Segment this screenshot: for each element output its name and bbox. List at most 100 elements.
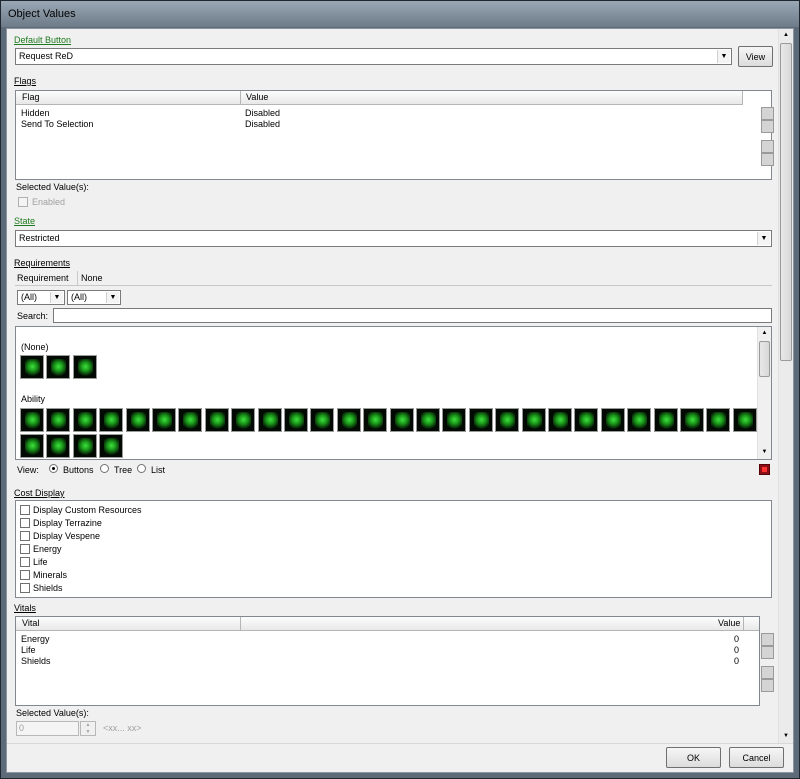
flags-list[interactable]: Flag Value Hidden Disabled Send To Selec…: [15, 90, 772, 180]
flags-col-flag[interactable]: Flag: [22, 92, 40, 102]
scroll-down-arrow-icon[interactable]: ▼: [779, 730, 793, 743]
ability-button-icon[interactable]: [336, 408, 361, 432]
remove-flag-button[interactable]: [761, 153, 774, 166]
requirement-value[interactable]: None: [81, 273, 103, 283]
enabled-checkbox[interactable]: [18, 197, 28, 207]
cost-display-checkbox[interactable]: [20, 570, 30, 580]
ability-button-icon[interactable]: [600, 408, 625, 432]
view-buttons-radio[interactable]: [49, 464, 58, 473]
ability-button-icon[interactable]: [416, 408, 440, 432]
vital-name[interactable]: Energy: [21, 634, 50, 644]
ability-button-icon[interactable]: [204, 408, 229, 432]
view-list-radio[interactable]: [137, 464, 146, 473]
ability-button-icon[interactable]: [389, 408, 414, 432]
move-down-button[interactable]: [761, 120, 774, 133]
ability-button-icon[interactable]: [46, 355, 71, 379]
vitals-list[interactable]: Vital Value Energy 0 Life 0 Shields 0: [15, 616, 760, 706]
view-tree-radio[interactable]: [100, 464, 109, 473]
flags-col-value[interactable]: Value: [246, 92, 268, 102]
vital-name[interactable]: Shields: [21, 656, 51, 666]
state-label[interactable]: State: [14, 216, 35, 226]
ability-button-icon[interactable]: [152, 408, 176, 432]
flag-name[interactable]: Send To Selection: [21, 119, 93, 129]
scroll-up-arrow-icon[interactable]: ▲: [779, 29, 793, 42]
vital-value[interactable]: 0: [734, 645, 739, 655]
requirements-button-grid[interactable]: (None) Ability ▲ ▼: [15, 326, 772, 460]
search-input[interactable]: [53, 308, 772, 323]
requirement-filter-2[interactable]: (All) ▼: [67, 290, 121, 305]
ability-button-icon[interactable]: [99, 408, 124, 432]
view-button[interactable]: View: [738, 46, 773, 67]
title-bar[interactable]: Object Values: [1, 1, 799, 27]
scroll-up-arrow-icon[interactable]: ▲: [758, 327, 771, 340]
requirement-filter-1[interactable]: (All) ▼: [17, 290, 65, 305]
ability-button-icon[interactable]: [495, 408, 520, 432]
flag-value[interactable]: Disabled: [245, 119, 280, 129]
column-separator[interactable]: [743, 617, 744, 631]
ability-button-icon[interactable]: [231, 408, 256, 432]
spin-down-icon[interactable]: ▼: [81, 729, 95, 735]
column-separator[interactable]: [240, 91, 241, 105]
scroll-thumb[interactable]: [759, 341, 770, 377]
scroll-down-arrow-icon[interactable]: ▼: [758, 446, 771, 459]
ability-button-icon[interactable]: [310, 408, 335, 432]
ability-button-icon[interactable]: [99, 434, 124, 458]
ok-button[interactable]: OK: [666, 747, 721, 768]
ability-button-icon[interactable]: [257, 408, 282, 432]
ability-button-icon[interactable]: [20, 355, 44, 379]
cost-display-list[interactable]: Display Custom Resources Display Terrazi…: [15, 500, 772, 598]
vital-value[interactable]: 0: [734, 634, 739, 644]
cancel-button[interactable]: Cancel: [729, 747, 784, 768]
add-flag-button[interactable]: [761, 140, 774, 153]
ability-button-icon[interactable]: [627, 408, 652, 432]
ability-button-icon[interactable]: [72, 408, 97, 432]
cost-display-checkbox[interactable]: [20, 531, 30, 541]
cost-display-checkbox[interactable]: [20, 518, 30, 528]
add-vital-button[interactable]: [761, 666, 774, 679]
vitals-col-value[interactable]: Value: [718, 618, 740, 628]
ability-button-icon[interactable]: [125, 408, 150, 432]
ability-button-icon[interactable]: [363, 408, 388, 432]
move-up-button[interactable]: [761, 633, 774, 646]
move-down-button[interactable]: [761, 646, 774, 659]
vital-value-spinner[interactable]: ▲ ▼: [80, 721, 96, 736]
ability-button-icon[interactable]: [468, 408, 493, 432]
cost-display-checkbox[interactable]: [20, 557, 30, 567]
state-dropdown[interactable]: Restricted ▼: [15, 230, 772, 247]
scroll-thumb[interactable]: [780, 43, 792, 361]
ability-button-icon[interactable]: [72, 434, 97, 458]
remove-vital-button[interactable]: [761, 679, 774, 692]
ability-button-icon[interactable]: [548, 408, 572, 432]
default-button-label[interactable]: Default Button: [14, 35, 71, 45]
requirements-scrollbar[interactable]: ▲ ▼: [757, 327, 771, 459]
vital-value[interactable]: 0: [734, 656, 739, 666]
ability-button-icon[interactable]: [732, 408, 757, 432]
clear-requirement-icon[interactable]: [759, 464, 770, 475]
move-up-button[interactable]: [761, 107, 774, 120]
default-button-dropdown[interactable]: Request ReD ▼: [15, 48, 732, 65]
cost-display-checkbox[interactable]: [20, 505, 30, 515]
vital-name[interactable]: Life: [21, 645, 36, 655]
ability-button-icon[interactable]: [521, 408, 546, 432]
ability-button-icon[interactable]: [706, 408, 731, 432]
ability-button-icon[interactable]: [442, 408, 467, 432]
ability-button-icon[interactable]: [653, 408, 678, 432]
ability-button-icon[interactable]: [46, 408, 71, 432]
flag-value[interactable]: Disabled: [245, 108, 280, 118]
ability-button-icon[interactable]: [284, 408, 308, 432]
dialog-scrollbar[interactable]: ▲ ▼: [778, 29, 793, 743]
ability-button-icon[interactable]: [20, 434, 44, 458]
column-separator[interactable]: [240, 617, 241, 631]
ability-button-icon[interactable]: [574, 408, 599, 432]
vital-value-input[interactable]: 0: [16, 721, 79, 736]
spin-up-icon[interactable]: ▲: [81, 722, 95, 728]
column-separator[interactable]: [742, 91, 743, 105]
ability-button-icon[interactable]: [680, 408, 704, 432]
cost-display-checkbox[interactable]: [20, 544, 30, 554]
flag-name[interactable]: Hidden: [21, 108, 50, 118]
cost-display-checkbox[interactable]: [20, 583, 30, 593]
ability-button-icon[interactable]: [20, 408, 44, 432]
ability-button-icon[interactable]: [46, 434, 71, 458]
vitals-col-vital[interactable]: Vital: [22, 618, 39, 628]
ability-button-icon[interactable]: [178, 408, 203, 432]
